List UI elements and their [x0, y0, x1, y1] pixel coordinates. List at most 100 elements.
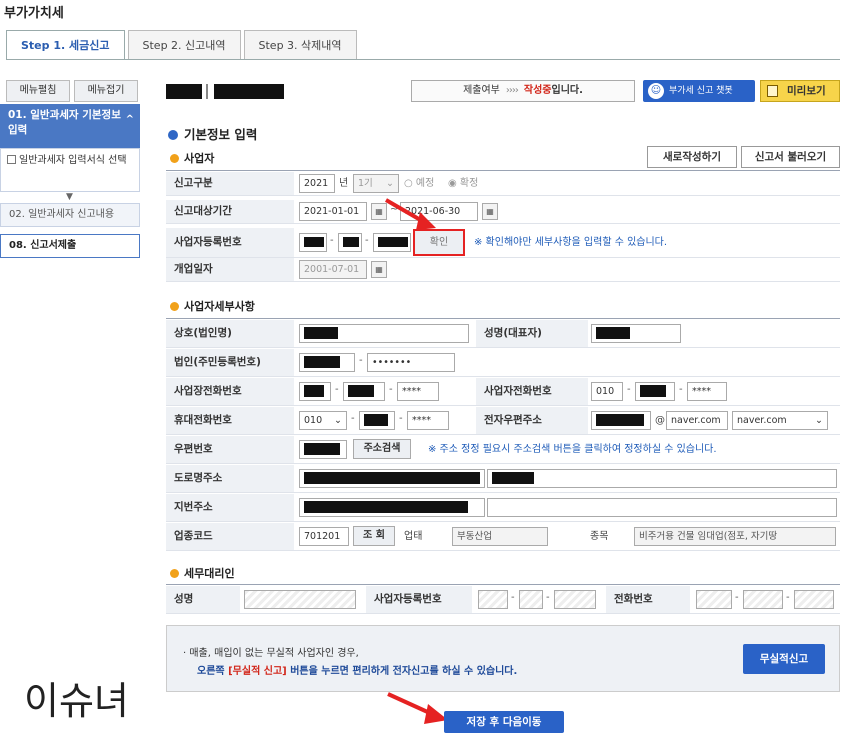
basic-info-title: 기본정보 입력 — [168, 124, 257, 143]
biz-phone-part1[interactable] — [299, 382, 331, 401]
no-activity-report-button[interactable]: 무실적신고 — [743, 644, 825, 674]
company-label: 상호(법인명) — [166, 320, 294, 347]
email-at: @ — [655, 415, 665, 426]
menu-expand-button[interactable]: 메뉴펼침 — [6, 80, 70, 102]
ceo-input[interactable] — [591, 324, 681, 343]
minus-box-icon — [7, 155, 16, 164]
step-tabs: Step 1. 세금신고 Step 2. 신고내역 Step 3. 삭제내역 — [6, 30, 360, 60]
agent-brn-part3[interactable] — [554, 590, 596, 609]
road-addr-input2[interactable] — [487, 469, 837, 488]
agent-brn-part1[interactable] — [478, 590, 508, 609]
agent-phone-part3[interactable] — [794, 590, 834, 609]
notice-line2: 오른쪽 [무실적 신고] 버튼을 누르면 편리하게 전자신고를 하실 수 있습니… — [197, 666, 518, 677]
load-report-button[interactable]: 신고서 불러오기 — [741, 146, 840, 168]
address-search-button[interactable]: 주소검색 — [353, 439, 411, 459]
mobile-part3[interactable]: **** — [407, 411, 449, 430]
sidebar-item-basic-info[interactable]: 01. 일반과세자 기본정보 입력 ^ — [0, 104, 140, 148]
year-input[interactable]: 2021 — [299, 174, 335, 193]
target-period-label: 신고대상기간 — [166, 200, 294, 223]
sidebar-item-report-content[interactable]: 02. 일반과세자 신고내용 — [0, 203, 140, 227]
corp-no-part1[interactable] — [299, 353, 355, 372]
open-date-input[interactable]: 2001-07-01 — [299, 260, 367, 279]
agent-brn-part2[interactable] — [519, 590, 543, 609]
agent-phone-label: 전화번호 — [606, 586, 690, 613]
menu-collapse-button[interactable]: 메뉴접기 — [74, 80, 138, 102]
biz-phone-part3[interactable]: **** — [397, 382, 439, 401]
industry-lookup-button[interactable]: 조 회 — [353, 526, 395, 546]
lot-addr-input2[interactable] — [487, 498, 837, 517]
ceo-label: 성명(대표자) — [476, 320, 588, 347]
agent-brn-label: 사업자등록번호 — [366, 586, 472, 613]
zip-input[interactable] — [299, 440, 347, 459]
email-domain-input[interactable]: naver.com — [666, 411, 728, 430]
arrow-down-icon: ▼ — [66, 192, 73, 202]
agent-name-input[interactable] — [244, 590, 356, 609]
row-industry: 업종코드 701201 조 회 업태 부동산업 종목 비주거용 건물 임대업(점… — [166, 523, 840, 551]
row-target-period: 신고대상기간 2021-01-01 ▦ ~ 2021-06-30 ▦ — [166, 200, 840, 224]
brn-part2[interactable] — [338, 233, 362, 252]
brn-part1[interactable] — [299, 233, 327, 252]
table-top-border — [166, 584, 840, 585]
biz-phone-label: 사업장전화번호 — [166, 378, 294, 405]
home-phone-part1[interactable]: 010 — [591, 382, 623, 401]
tab-step3[interactable]: Step 3. 삭제내역 — [243, 30, 357, 60]
radio-final[interactable]: ◉ 확정 — [448, 174, 478, 193]
item-label: 종목 — [590, 531, 609, 542]
sidebar-subitem-label: 일반과세자 입력서식 선택 — [19, 155, 127, 166]
calendar-icon[interactable]: ▦ — [482, 203, 498, 220]
preview-button[interactable]: 미리보기 — [760, 80, 840, 102]
separator — [206, 84, 208, 99]
email-id-input[interactable] — [591, 411, 651, 430]
tab-step1[interactable]: Step 1. 세금신고 — [6, 30, 125, 60]
corp-no-part2[interactable]: ••••••• — [367, 353, 455, 372]
sidebar-item-submit[interactable]: 08. 신고서제출 — [0, 234, 140, 258]
notice-line1: · 매출, 매입이 없는 무실적 사업자인 경우, — [183, 648, 359, 659]
road-addr-label: 도로명주소 — [166, 465, 294, 492]
industry-code-label: 업종코드 — [166, 523, 294, 550]
road-addr-input1[interactable] — [299, 469, 485, 488]
detail-section-title: 사업자세부사항 — [170, 298, 255, 314]
agent-phone-part2[interactable] — [743, 590, 783, 609]
home-phone-part3[interactable]: **** — [687, 382, 727, 401]
mobile-prefix-select[interactable]: 010 ⌄ — [299, 411, 347, 430]
lot-addr-input1[interactable] — [299, 498, 485, 517]
company-input[interactable] — [299, 324, 469, 343]
business-type-input[interactable]: 부동산업 — [452, 527, 548, 546]
save-next-button[interactable]: 저장 후 다음이동 — [444, 711, 564, 733]
row-road-address: 도로명주소 — [166, 465, 840, 493]
brn-label: 사업자등록번호 — [166, 228, 294, 257]
chevron-down-icon: ⌄ — [386, 178, 394, 189]
row-agent: 성명 사업자등록번호 - - 전화번호 - - — [166, 586, 840, 614]
row-brn: 사업자등록번호 - - 확인 ※ 확인해야만 세부사항을 입력할 수 있습니다. — [166, 228, 840, 258]
agent-phone-part1[interactable] — [696, 590, 732, 609]
annotation-arrow — [384, 198, 436, 230]
submission-status: 제출여부 ›››› 작성중입니다. — [411, 80, 635, 102]
home-phone-part2[interactable] — [635, 382, 675, 401]
table-top-border — [166, 318, 840, 319]
tab-step2[interactable]: Step 2. 신고내역 — [127, 30, 241, 60]
date-from-input[interactable]: 2021-01-01 — [299, 202, 367, 221]
open-date-label: 개업일자 — [166, 258, 294, 281]
mobile-part2[interactable] — [359, 411, 395, 430]
agent-name-label: 성명 — [166, 586, 240, 613]
confirm-note: ※ 확인해야만 세부사항을 입력할 수 있습니다. — [474, 237, 668, 248]
sidebar-subitem-form-select[interactable]: 일반과세자 입력서식 선택 — [0, 148, 140, 192]
redacted-block — [166, 84, 202, 99]
email-domain-select[interactable]: naver.com ⌄ — [732, 411, 828, 430]
radio-preliminary[interactable]: ○ 예정 — [404, 174, 434, 193]
period-select[interactable]: 1기 ⌄ — [353, 174, 399, 193]
chatbot-icon: ☺ — [648, 83, 664, 99]
biz-phone-part2[interactable] — [343, 382, 385, 401]
row-report-type: 신고구분 2021 년 1기 ⌄ ○ 예정 ◉ 확정 — [166, 172, 840, 196]
bullet-icon — [170, 154, 179, 163]
item-input[interactable]: 비주거용 건물 임대업(점포, 자기땅 — [634, 527, 836, 546]
row-open-date: 개업일자 2001-07-01 ▦ — [166, 258, 840, 282]
chatbot-button[interactable]: ☺ 부가세 신고 챗봇 — [643, 80, 755, 102]
chevron-up-icon: ^ — [125, 114, 134, 125]
bullet-icon — [170, 569, 179, 578]
new-write-button[interactable]: 새로작성하기 — [647, 146, 737, 168]
email-label: 전자우편주소 — [476, 407, 588, 434]
agent-section-title: 세무대리인 — [170, 565, 235, 581]
industry-code-input[interactable]: 701201 — [299, 527, 349, 546]
calendar-icon[interactable]: ▦ — [371, 261, 387, 278]
